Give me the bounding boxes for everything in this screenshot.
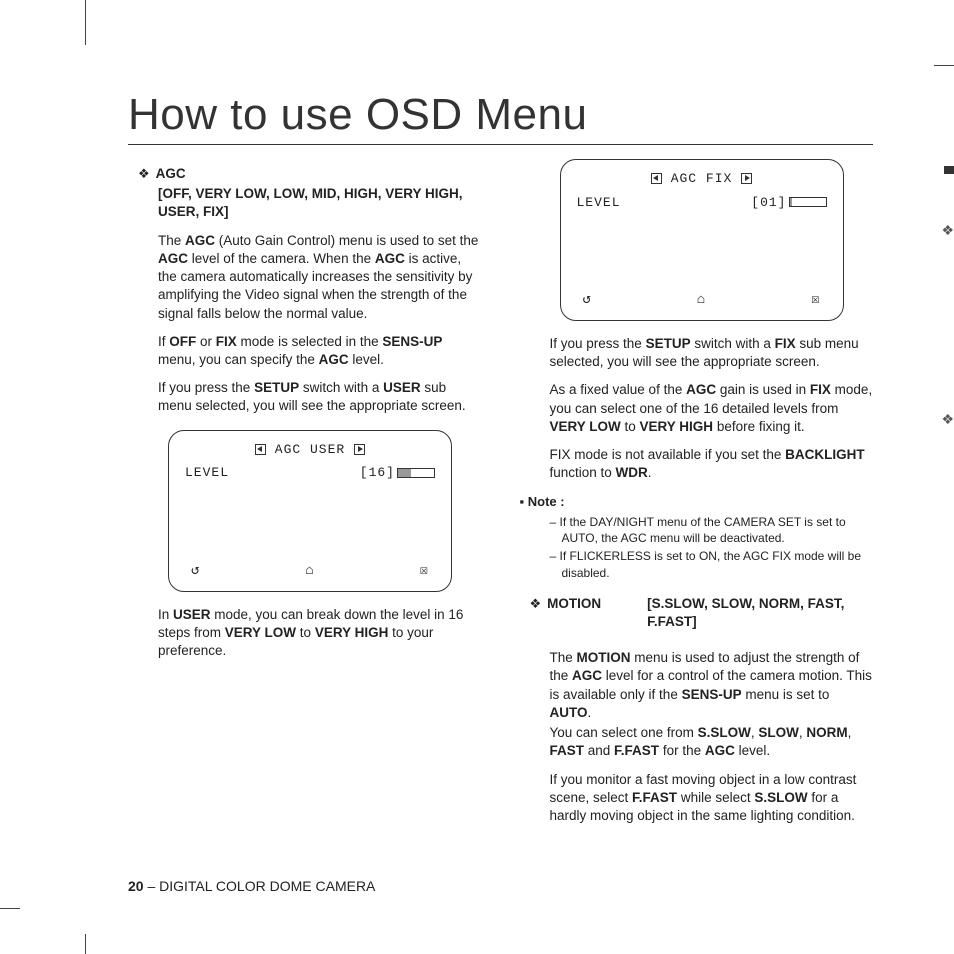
agc-paragraph-4: In USER mode, you can break down the lev… [158, 606, 482, 661]
right-column: AGC FIX LEVEL [01] ↺ ⌂ ☒ If you press th… [520, 159, 874, 835]
crop-mark [85, 0, 86, 45]
close-icon: ☒ [420, 562, 429, 581]
agc-paragraph-1: The AGC (Auto Gain Control) menu is used… [158, 232, 482, 323]
agc-options: [OFF, VERY LOW, LOW, MID, HIGH, VERY HIG… [158, 185, 482, 221]
note-item-1: – If the DAY/NIGHT menu of the CAMERA SE… [550, 514, 874, 546]
motion-label: MOTION [547, 595, 601, 613]
level-bar [397, 468, 435, 478]
level-bar-fill [398, 469, 411, 477]
left-column: ❖ AGC [OFF, VERY LOW, LOW, MID, HIGH, VE… [128, 159, 482, 835]
crop-mark [934, 65, 954, 66]
osd-agc-fix-screen: AGC FIX LEVEL [01] ↺ ⌂ ☒ [560, 159, 844, 321]
right-arrow-icon [354, 444, 365, 455]
osd-title: AGC FIX [671, 171, 733, 186]
page-footer: 20 – DIGITAL COLOR DOME CAMERA [128, 878, 375, 894]
back-icon: ↺ [583, 291, 592, 310]
footer-text: – DIGITAL COLOR DOME CAMERA [144, 878, 376, 894]
fix-paragraph-3: FIX mode is not available if you set the… [550, 446, 874, 482]
osd-level-row: LEVEL [16] [185, 464, 435, 482]
level-bar-fill [790, 198, 793, 206]
motion-paragraph-3: If you monitor a fast moving object in a… [550, 771, 874, 826]
page-edge-mark [944, 166, 954, 174]
crop-mark [0, 908, 20, 909]
back-icon: ↺ [191, 562, 200, 581]
left-arrow-icon [255, 444, 266, 455]
crop-mark [85, 934, 86, 954]
diamond-icon: ❖ [138, 165, 150, 183]
osd-title-row: AGC FIX [577, 170, 827, 188]
agc-label: AGC [156, 165, 186, 183]
osd-icon-row: ↺ ⌂ ☒ [185, 562, 435, 581]
motion-paragraph-2: You can select one from S.SLOW, SLOW, NO… [550, 724, 874, 760]
agc-paragraph-2: If OFF or FIX mode is selected in the SE… [158, 333, 482, 369]
home-icon: ⌂ [305, 562, 314, 581]
osd-level-value-wrap: [01] [751, 194, 826, 212]
osd-level-value-wrap: [16] [360, 464, 435, 482]
osd-level-value: [01] [751, 195, 786, 210]
motion-options: [S.SLOW, SLOW, NORM, FAST, F.FAST] [647, 595, 873, 631]
note-item-2: – If FLICKERLESS is set to ON, the AGC F… [550, 548, 874, 580]
close-icon: ☒ [811, 291, 820, 310]
level-bar [789, 197, 827, 207]
osd-title: AGC USER [275, 442, 345, 457]
page-content: How to use OSD Menu ❖ AGC [OFF, VERY LOW… [128, 90, 873, 835]
osd-level-label: LEVEL [577, 194, 621, 212]
fix-paragraph-1: If you press the SETUP switch with a FIX… [550, 335, 874, 371]
page-edge-mark: ❖ [941, 411, 954, 428]
page-title: How to use OSD Menu [128, 90, 873, 145]
motion-heading: ❖ MOTION [S.SLOW, SLOW, NORM, FAST, F.FA… [530, 595, 874, 641]
motion-paragraph-1: The MOTION menu is used to adjust the st… [550, 649, 874, 722]
right-arrow-icon [741, 173, 752, 184]
fix-paragraph-2: As a ﬁxed value of the AGC gain is used … [550, 381, 874, 436]
agc-heading: ❖ AGC [138, 165, 482, 183]
osd-level-label: LEVEL [185, 464, 229, 482]
page-edge-mark: ❖ [941, 222, 954, 239]
agc-paragraph-3: If you press the SETUP switch with a USE… [158, 379, 482, 415]
diamond-icon: ❖ [530, 595, 542, 613]
osd-level-row: LEVEL [01] [577, 194, 827, 212]
osd-icon-row: ↺ ⌂ ☒ [577, 291, 827, 310]
left-arrow-icon [651, 173, 662, 184]
osd-title-row: AGC USER [185, 441, 435, 459]
osd-level-value: [16] [360, 465, 395, 480]
note-heading: ▪ Note : [520, 493, 874, 511]
home-icon: ⌂ [697, 291, 706, 310]
osd-agc-user-screen: AGC USER LEVEL [16] ↺ ⌂ ☒ [168, 430, 452, 592]
page-number: 20 [128, 878, 144, 894]
